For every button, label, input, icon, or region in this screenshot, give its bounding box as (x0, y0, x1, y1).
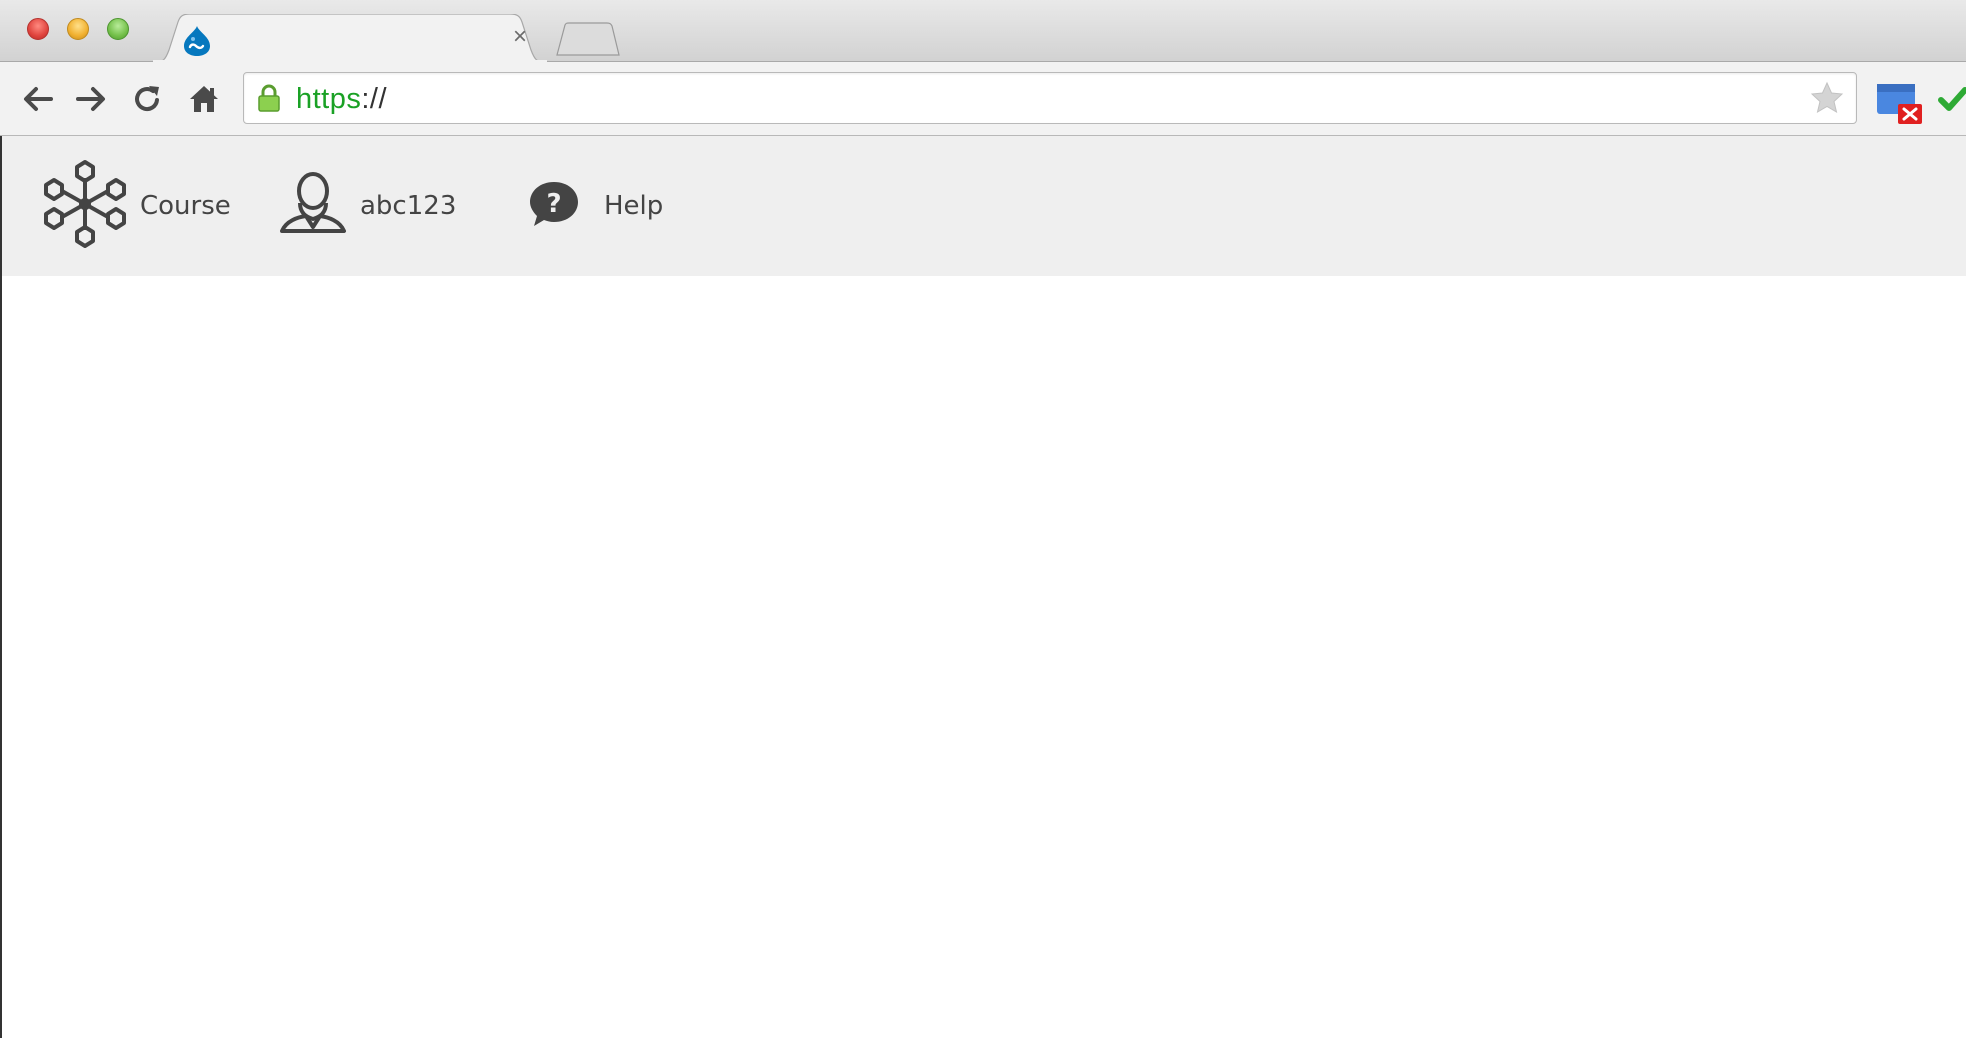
calendar-error-icon[interactable] (1874, 80, 1926, 131)
nav-help[interactable]: ? Help (528, 160, 663, 252)
nav-course-label: Course (140, 191, 231, 221)
browser-toolbar: https:// (0, 62, 1966, 136)
green-check-icon[interactable] (1938, 86, 1966, 119)
home-icon[interactable] (185, 80, 223, 118)
nav-help-label: Help (604, 191, 664, 221)
course-network-icon (42, 158, 128, 255)
browser-titlebar: × (0, 0, 1966, 63)
address-bar[interactable]: https:// (243, 72, 1857, 124)
url-scheme: https (296, 83, 362, 115)
url-path: :// (361, 83, 388, 115)
minimize-window-button[interactable] (67, 18, 89, 40)
new-tab-button[interactable] (555, 22, 621, 56)
close-tab-icon[interactable]: × (507, 24, 533, 50)
page-content: Course abc123 ? Help (0, 136, 1966, 1038)
close-window-button[interactable] (27, 18, 49, 40)
url-text[interactable]: https:// (296, 83, 387, 115)
nav-user-label: abc123 (360, 191, 457, 221)
back-arrow-icon[interactable] (18, 80, 56, 118)
browser-tab-active[interactable]: × (152, 14, 548, 63)
user-profile-icon (278, 169, 348, 244)
secure-lock-icon[interactable] (257, 84, 281, 117)
zoom-window-button[interactable] (107, 18, 129, 40)
bookmark-star-icon[interactable] (1810, 81, 1844, 120)
help-question-icon: ? (528, 180, 580, 233)
svg-text:?: ? (546, 189, 561, 219)
site-header: Course abc123 ? Help (2, 136, 1966, 276)
nav-course[interactable]: Course (42, 158, 231, 255)
reload-icon[interactable] (129, 80, 167, 118)
nav-user[interactable]: abc123 (278, 160, 456, 252)
drupal-drop-icon (182, 25, 212, 57)
forward-arrow-icon[interactable] (73, 80, 111, 118)
